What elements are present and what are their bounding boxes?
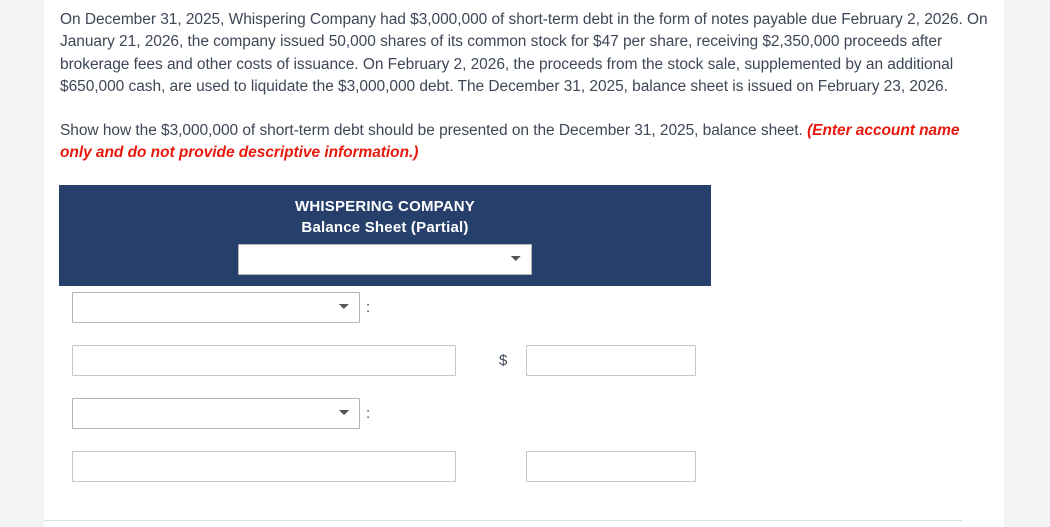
statement-rows: : $ : <box>59 286 711 498</box>
amount-input-2[interactable] <box>526 451 696 482</box>
label-input-cell-2 <box>72 451 456 482</box>
currency-symbol-1: $ <box>499 352 508 369</box>
row-separator-colon-2: : <box>366 405 371 422</box>
question-body: On December 31, 2025, Whispering Company… <box>60 0 988 165</box>
account-select-cell: : <box>72 292 370 323</box>
table-row: : <box>59 286 711 339</box>
company-name-title: WHISPERING COMPANY <box>295 198 475 215</box>
account-label-input-1[interactable] <box>72 345 456 376</box>
row-separator-colon-1: : <box>366 299 371 316</box>
statement-subtitle: Balance Sheet (Partial) <box>301 219 469 236</box>
problem-intro-text: On December 31, 2025, Whispering Company… <box>60 11 988 95</box>
problem-instruction-text: Show how the $3,000,000 of short-term de… <box>60 122 803 140</box>
account-label-input-2[interactable] <box>72 451 456 482</box>
label-input-cell-1 <box>72 345 456 376</box>
amount-input-1[interactable] <box>526 345 696 376</box>
table-row: : <box>59 392 711 445</box>
table-row <box>59 445 711 498</box>
statement-header: WHISPERING COMPANY Balance Sheet (Partia… <box>59 185 711 286</box>
statement-date-select[interactable] <box>238 244 532 275</box>
problem-instruction-paragraph: Show how the $3,000,000 of short-term de… <box>60 98 988 165</box>
content-column: On December 31, 2025, Whispering Company… <box>44 0 1004 527</box>
table-row: $ <box>59 339 711 392</box>
account-select-cell: : <box>72 398 370 429</box>
account-name-select-1[interactable] <box>72 292 360 323</box>
amount-cell-1: $ <box>499 345 696 376</box>
amount-cell-2 <box>499 451 696 482</box>
header-select-wrapper <box>59 244 711 275</box>
page-shell: On December 31, 2025, Whispering Company… <box>0 0 1050 527</box>
account-name-select-2[interactable] <box>72 398 360 429</box>
section-divider <box>44 520 962 521</box>
balance-sheet-statement: WHISPERING COMPANY Balance Sheet (Partia… <box>59 185 711 498</box>
